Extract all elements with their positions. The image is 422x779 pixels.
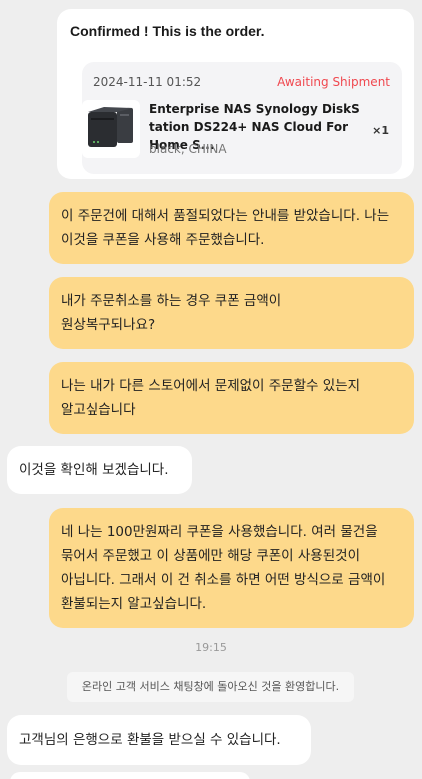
user-message-bubble: 이 주문건에 대해서 품절되었다는 안내를 받았습니다. 나는 이것을 쿠폰을 … [49,192,414,264]
product-variant: black, CHINA [149,142,227,156]
product-quantity: ×1 [372,124,389,137]
user-message-bubble: 네 나는 100만원짜리 쿠폰을 사용했습니다. 여러 물건을 묶어서 주문했고… [49,508,414,628]
order-status: Awaiting Shipment [277,75,390,89]
agent-message-bubble-partial [10,772,250,779]
agent-message-bubble: 이것을 확인해 보겠습니다. [7,446,192,494]
nas-device-icon [82,100,140,158]
message-timestamp: 19:15 [195,641,227,654]
order-date: 2024-11-11 01:52 [93,75,202,89]
user-message-bubble: 나는 내가 다른 스토어에서 문제없이 주문할수 있는지 알고싶습니다 [49,362,414,434]
user-message-bubble: 내가 주문취소를 하는 경우 쿠폰 금액이 원상복구되나요? [49,277,414,349]
system-notice: 온라인 고객 서비스 채팅창에 돌아오신 것을 환영합니다. [67,672,354,702]
order-card-title: Confirmed ! This is the order. [70,23,265,39]
order-card[interactable]: Confirmed ! This is the order. 2024-11-1… [57,9,414,179]
agent-message-bubble: 고객님의 은행으로 환불을 받으실 수 있습니다. [7,715,311,765]
order-summary[interactable]: 2024-11-11 01:52 Awaiting Shipment Enter… [82,62,402,174]
chat-screen: Confirmed ! This is the order. 2024-11-1… [0,0,422,779]
